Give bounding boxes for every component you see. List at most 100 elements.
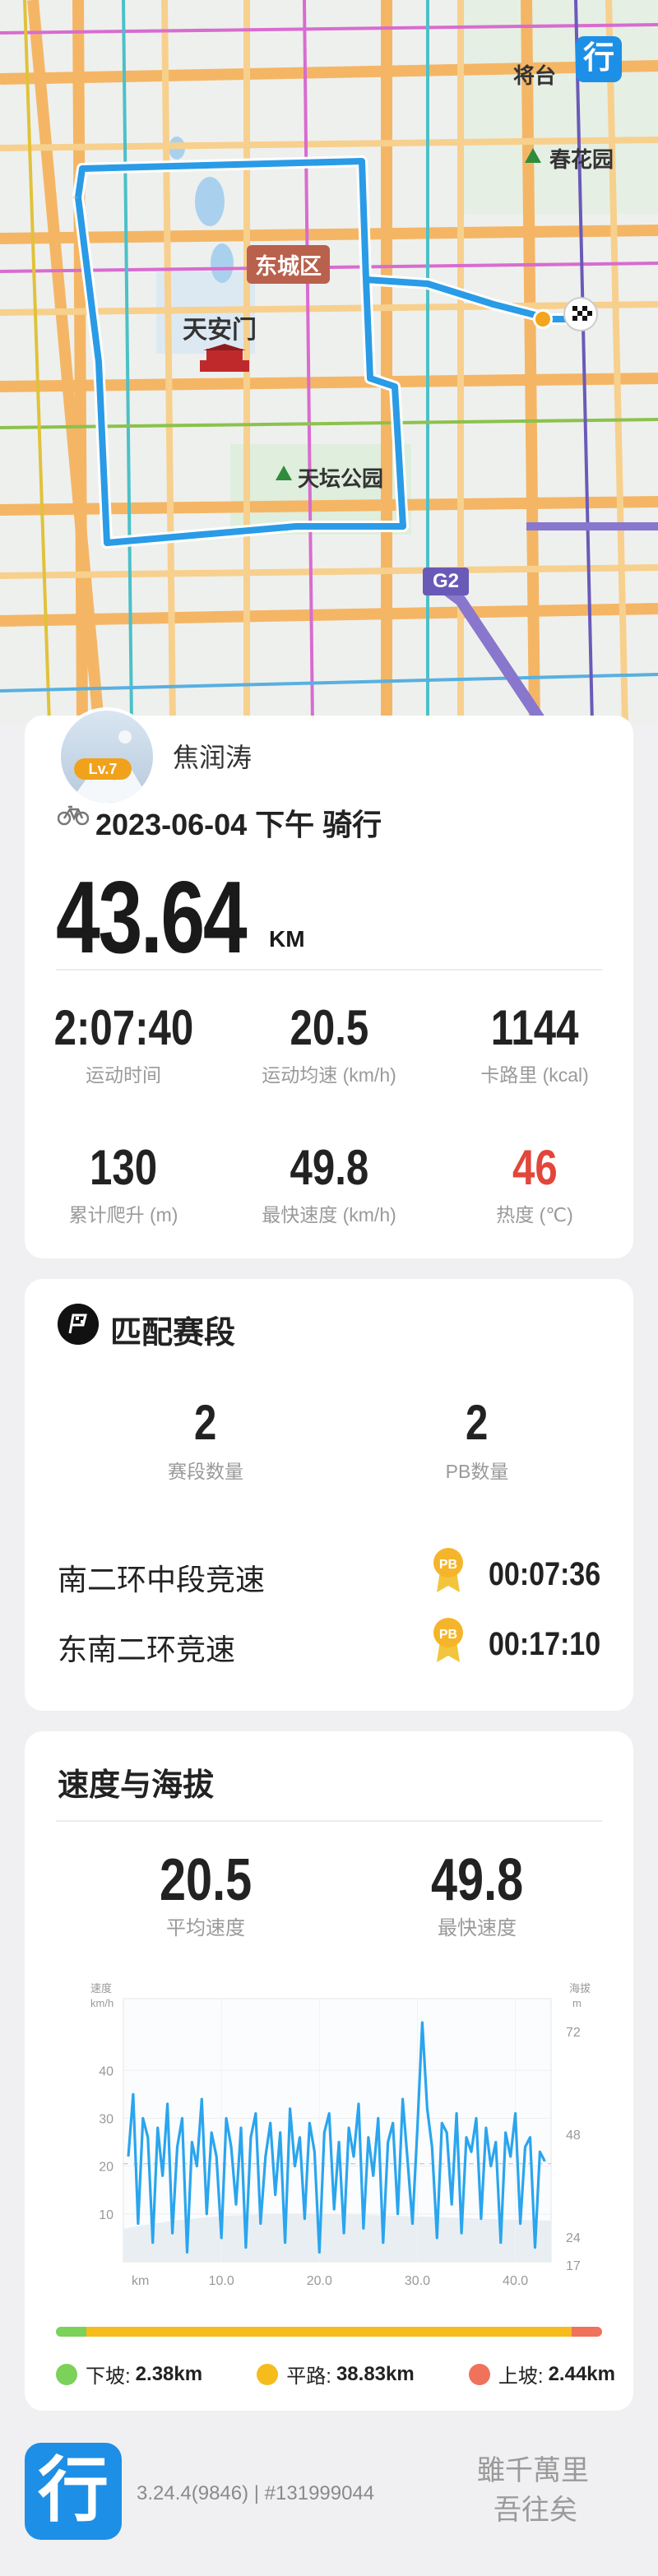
app-logo-icon: 行 (576, 36, 622, 82)
stat-elevation-gain: 130 累计爬升 (m) (25, 1139, 222, 1227)
segment-row[interactable]: 东南二环竞速 PB 00:17:10 (58, 1616, 600, 1666)
pb-count-value: 2 (466, 1395, 489, 1450)
stat-duration: 2:07:40 运动时间 (25, 999, 222, 1087)
legend-flat: 平路: 38.83km (257, 2360, 415, 2388)
distance-unit: KM (269, 926, 305, 952)
pb-badge-text: PB (439, 1628, 457, 1642)
map-label-tiantan: 天坛公园 (298, 466, 384, 491)
right-axis-unit: m (572, 1997, 582, 2009)
x-axis-label: km (132, 2274, 149, 2288)
slogan-line: 吾往矣 (494, 2494, 577, 2527)
flat-dot-icon (257, 2363, 279, 2385)
ride-summary-card: Lv.7 焦润涛 2023-06-04 下午 骑行 43.64 KM 2:07:… (25, 707, 633, 1258)
pb-medal-icon: PB (433, 1548, 463, 1592)
divider (56, 969, 602, 971)
stat-label: 运动均速 (km/h) (262, 1064, 396, 1086)
avatar-sun-icon (118, 730, 132, 744)
segment-time: 00:07:36 (488, 1556, 600, 1592)
map-label-chunhuayuan: 春花园 (549, 147, 614, 172)
left-axis-unit: km/h (90, 1997, 114, 2009)
segments-title: 匹配赛段 (110, 1316, 236, 1351)
segment-name: 东南二环竞速 (58, 1633, 236, 1666)
slogan: 雖千萬里 吾往矣 (477, 2451, 589, 2530)
avg-speed-value: 20.5 (159, 1847, 253, 1913)
max-speed: 49.8 最快速度 (354, 1851, 600, 1940)
stat-calories: 1144 卡路里 (kcal) (436, 999, 633, 1087)
map-canvas (0, 0, 658, 724)
segment-time: 00:17:10 (488, 1626, 600, 1662)
stat-value: 1144 (490, 1000, 579, 1055)
pb-badge-text: PB (439, 1558, 457, 1572)
y2-tick-label: 72 (566, 2026, 581, 2040)
finish-flag-icon (563, 297, 598, 331)
legend-downhill: 下坡: 2.38km (56, 2360, 202, 2388)
segment-row[interactable]: 南二环中段竞速 PB 00:07:36 (58, 1546, 600, 1596)
stat-value: 49.8 (290, 1140, 368, 1195)
terrain-bar-uphill (572, 2327, 602, 2337)
highway-shield-g2: G2 (423, 568, 469, 595)
speed-elevation-title: 速度与海拔 (58, 1768, 215, 1803)
stat-label: 热度 (℃) (496, 1204, 573, 1225)
left-axis-title: 速度 (90, 1982, 112, 1995)
y-tick-label: 20 (99, 2161, 114, 2175)
app-logo-icon: 行 (25, 2443, 122, 2540)
y2-min-label: 17 (566, 2259, 581, 2273)
terrain-bar-downhill (56, 2327, 86, 2337)
downhill-dot-icon (56, 2363, 77, 2385)
stat-value: 2:07:40 (53, 1000, 193, 1055)
legend-value: 38.83km (336, 2362, 415, 2385)
ride-title: 2023-06-04 下午 骑行 (95, 808, 382, 841)
segment-count-label: 赛段数量 (168, 1461, 243, 1482)
y2-tick-label: 24 (566, 2231, 581, 2245)
y-tick-label: 10 (99, 2208, 114, 2222)
app-version: 3.24.4(9846) | #131999044 (137, 2482, 375, 2504)
user-name[interactable]: 焦润涛 (173, 737, 252, 775)
segments-card: 匹配赛段 2 赛段数量 2 PB数量 南二环中段竞速 PB 00:07:36 东… (25, 1279, 633, 1711)
segment-count-value: 2 (194, 1395, 217, 1450)
pb-count-label: PB数量 (445, 1461, 509, 1482)
speed-elevation-chart[interactable]: 10 20 30 40 24 48 72 17 速度 km/h 海拔 m km 10.0 20.0 30.0 4… (41, 1966, 617, 2311)
max-speed-value: 49.8 (430, 1847, 524, 1913)
x-tick-label: 20.0 (307, 2274, 332, 2288)
y2-tick-label: 48 (566, 2129, 581, 2143)
legend-label: 下坡: (86, 2365, 131, 2388)
legend-value: 2.44km (548, 2362, 615, 2385)
avatar[interactable] (58, 707, 156, 806)
speed-elevation-card: 速度与海拔 20.5 平均速度 49.8 最快速度 10 20 30 40 24 48 72… (25, 1731, 633, 2411)
pb-count: 2 PB数量 (354, 1394, 600, 1484)
uphill-dot-icon (468, 2363, 490, 2385)
legend-label: 平路: (286, 2365, 331, 2388)
x-tick-label: 40.0 (503, 2274, 528, 2288)
pb-medal-icon: PB (433, 1618, 463, 1662)
max-speed-label: 最快速度 (438, 1917, 517, 1939)
x-tick-label: 30.0 (405, 2274, 430, 2288)
divider (56, 1820, 602, 1822)
route-map[interactable]: 将台 春花园 天安门 天坛公园 东城区 G2 行 (0, 0, 658, 724)
district-badge: 东城区 (247, 245, 330, 284)
legend-uphill: 上坡: 2.44km (468, 2360, 615, 2388)
slogan-line: 雖千萬里 (477, 2454, 589, 2487)
y-tick-label: 40 (99, 2064, 114, 2078)
terrain-bar-flat (86, 2327, 572, 2337)
segment-name: 南二环中段竞速 (58, 1563, 266, 1596)
terrain-bar (56, 2327, 602, 2337)
stat-label: 运动时间 (86, 1064, 161, 1086)
terrain-legend: 下坡: 2.38km 平路: 38.83km 上坡: 2.44km (56, 2360, 615, 2388)
map-label-tiananmen: 天安门 (183, 317, 257, 344)
level-badge: Lv.7 (74, 758, 132, 780)
segment-count: 2 赛段数量 (82, 1394, 329, 1484)
legend-label: 上坡: (498, 2365, 544, 2388)
stat-value: 130 (89, 1140, 158, 1195)
map-label-jiangtai: 将台 (513, 63, 557, 88)
stat-max-speed: 49.8 最快速度 (km/h) (230, 1139, 428, 1227)
stat-label: 最快速度 (km/h) (262, 1204, 396, 1225)
distance-value: 43.64 (56, 861, 248, 975)
bicycle-icon (58, 805, 89, 826)
avg-speed-label: 平均速度 (166, 1917, 245, 1939)
stat-value: 20.5 (290, 1000, 368, 1055)
right-axis-title: 海拔 (569, 1982, 591, 1995)
avg-speed: 20.5 平均速度 (82, 1851, 329, 1940)
stat-label: 累计爬升 (m) (68, 1204, 178, 1225)
stat-avg-speed: 20.5 运动均速 (km/h) (230, 999, 428, 1087)
y-tick-label: 30 (99, 2112, 114, 2126)
